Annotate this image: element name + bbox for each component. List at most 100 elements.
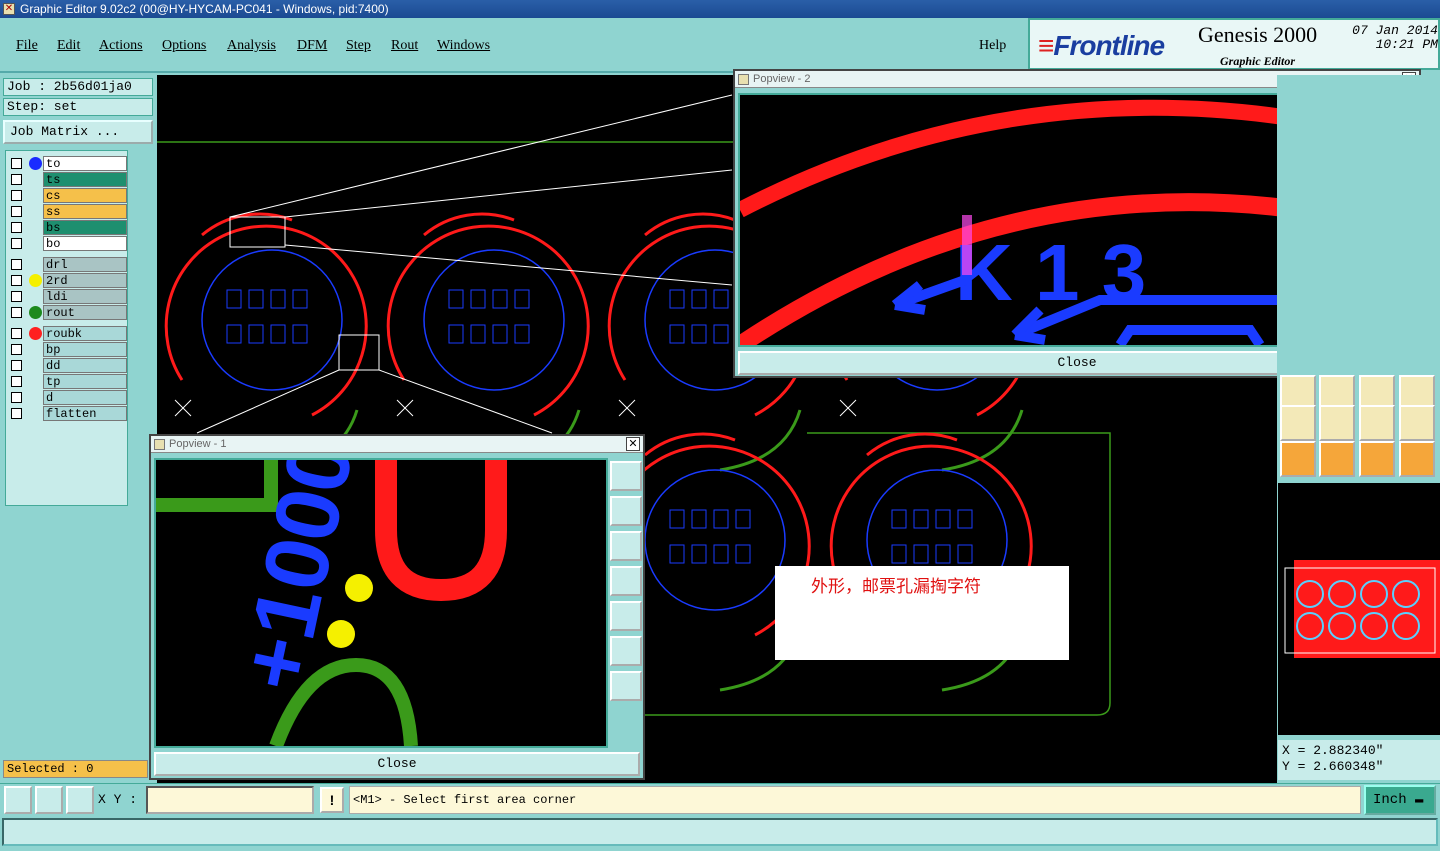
pan-down-tool[interactable] (610, 531, 642, 561)
layer-name[interactable]: roubk (43, 326, 127, 341)
layer-checkbox[interactable] (11, 158, 22, 169)
toolbar-tool-6[interactable] (1319, 405, 1355, 441)
layer-checkbox[interactable] (11, 344, 22, 355)
zoom-in-tool[interactable] (610, 636, 642, 666)
layer-checkbox[interactable] (11, 291, 22, 302)
close-icon[interactable]: ✕ (626, 437, 640, 451)
layer-name[interactable]: rout (43, 305, 127, 320)
zoom-area-icon[interactable] (4, 786, 32, 814)
alert-button[interactable]: ! (320, 787, 344, 813)
toolbar-tool-7[interactable] (1359, 405, 1395, 441)
layer-name[interactable]: dd (43, 358, 127, 373)
measure-icon[interactable] (35, 786, 63, 814)
layer-checkbox[interactable] (11, 190, 22, 201)
popview-1-close-button[interactable]: Close (154, 752, 640, 776)
window-icon (154, 439, 165, 450)
menu-help[interactable]: Help (979, 38, 1006, 54)
menu-edit[interactable]: Edit (57, 38, 80, 54)
units-selector[interactable]: Inch ▬ (1364, 785, 1436, 815)
layer-row-flatten[interactable]: flatten (9, 406, 127, 421)
product-subtitle: Graphic Editor (1220, 54, 1296, 68)
toolbar-tool-11[interactable] (1359, 441, 1395, 477)
component-pad (514, 289, 530, 309)
date-time: 07 Jan 2014 10:21 PM (1352, 23, 1438, 52)
layer-name[interactable]: ts (43, 172, 127, 187)
layer-row-bp[interactable]: bp (9, 342, 127, 357)
job-matrix-button[interactable]: Job Matrix ... (3, 120, 153, 144)
menu-analysis[interactable]: Analysis (227, 38, 276, 54)
layer-name[interactable]: drl (43, 257, 127, 272)
layer-checkbox[interactable] (11, 174, 22, 185)
layer-name[interactable]: 2rd (43, 273, 127, 288)
menu-rout[interactable]: Rout (391, 38, 418, 54)
layer-row-rout[interactable]: rout (9, 305, 127, 320)
pan-right-tool[interactable] (610, 601, 642, 631)
layer-name[interactable]: d (43, 390, 127, 405)
outline-arc (164, 224, 368, 417)
layer-name[interactable]: bs (43, 220, 127, 235)
layer-row-cs[interactable]: cs (9, 188, 127, 203)
layer-row-to[interactable]: to (9, 156, 127, 171)
layer-row-d[interactable]: d (9, 390, 127, 405)
component-pad (470, 324, 486, 344)
component-pad (226, 324, 242, 344)
toolbar-tool-9[interactable] (1280, 441, 1316, 477)
toolbar-tool-12[interactable] (1399, 441, 1435, 477)
left-panel: Job : 2b56d01ja0 Step: set Job Matrix ..… (0, 75, 157, 783)
menu-step[interactable]: Step (346, 38, 371, 54)
app-icon: ✕ (3, 3, 15, 15)
layer-name[interactable]: flatten (43, 406, 127, 421)
layer-row-dd[interactable]: dd (9, 358, 127, 373)
toolbar-tool-10[interactable] (1319, 441, 1355, 477)
layer-row-tp[interactable]: tp (9, 374, 127, 389)
layer-name[interactable]: bp (43, 342, 127, 357)
layer-name[interactable]: tp (43, 374, 127, 389)
cursor-coordinates: X = 2.882340" Y = 2.660348" (1278, 740, 1440, 780)
layer-checkbox[interactable] (11, 376, 22, 387)
layer-checkbox[interactable] (11, 392, 22, 403)
layer-checkbox[interactable] (11, 328, 22, 339)
menu-windows[interactable]: Windows (437, 38, 490, 54)
component-pad (270, 289, 286, 309)
pan-left-tool[interactable] (610, 566, 642, 596)
layer-row-2rd[interactable]: 2rd (9, 273, 127, 288)
layer-row-roubk[interactable]: roubk (9, 326, 127, 341)
toolbar-tool-8[interactable] (1399, 405, 1435, 441)
layer-checkbox[interactable] (11, 275, 22, 286)
xy-input[interactable] (146, 786, 314, 814)
layer-checkbox[interactable] (11, 360, 22, 371)
annotation-note: 外形，邮票孔漏掏字符 (775, 566, 1069, 660)
component-pad (448, 324, 464, 344)
layer-name[interactable]: to (43, 156, 127, 171)
component-pad (669, 324, 685, 344)
layer-row-bs[interactable]: bs (9, 220, 127, 235)
layer-row-ss[interactable]: ss (9, 204, 127, 219)
zoom-out-tool[interactable] (610, 671, 642, 701)
zoom-window-tool[interactable] (610, 461, 642, 491)
layer-row-drl[interactable]: drl (9, 257, 127, 272)
layer-name[interactable]: ss (43, 204, 127, 219)
menu-options[interactable]: Options (162, 38, 206, 54)
layer-checkbox[interactable] (11, 259, 22, 270)
layer-name[interactable]: ldi (43, 289, 127, 304)
menu-dfm[interactable]: DFM (297, 38, 327, 54)
layer-name[interactable]: bo (43, 236, 127, 251)
pan-up-tool[interactable] (610, 496, 642, 526)
grid-icon[interactable] (66, 786, 94, 814)
layer-checkbox[interactable] (11, 238, 22, 249)
component-pad (713, 289, 729, 309)
layer-checkbox[interactable] (11, 206, 22, 217)
layer-row-ts[interactable]: ts (9, 172, 127, 187)
layer-name[interactable]: cs (43, 188, 127, 203)
toolbar-tool-5[interactable] (1280, 405, 1316, 441)
layer-row-ldi[interactable]: ldi (9, 289, 127, 304)
menu-actions[interactable]: Actions (99, 38, 143, 54)
layer-row-bo[interactable]: bo (9, 236, 127, 251)
layer-checkbox[interactable] (11, 408, 22, 419)
layer-checkbox[interactable] (11, 222, 22, 233)
popview-1-canvas[interactable]: +1000 (154, 458, 608, 748)
layer-checkbox[interactable] (11, 307, 22, 318)
brand-banner: ≡Frontline Genesis 2000 Graphic Editor 0… (1028, 18, 1440, 70)
menu-file[interactable]: File (16, 38, 38, 54)
overview-map[interactable] (1278, 483, 1440, 735)
